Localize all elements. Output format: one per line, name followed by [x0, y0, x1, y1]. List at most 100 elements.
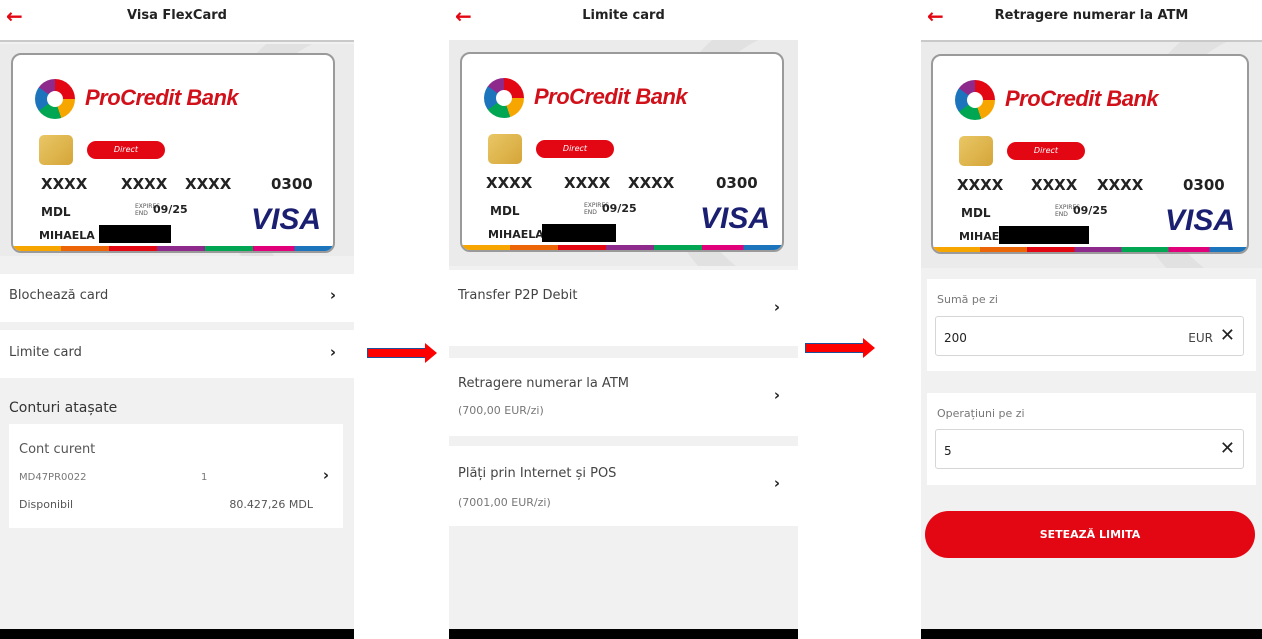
arrow-head	[863, 338, 875, 358]
card-expiry: 09/25	[602, 202, 637, 215]
direct-badge: Direct	[536, 140, 614, 158]
menu-item-internet-pos[interactable]: Plăți prin Internet și POS (7001,00 EUR/…	[449, 446, 798, 526]
card-holder: MIHAELA	[39, 229, 95, 242]
field-value: 200	[944, 331, 967, 345]
bottom-bar	[449, 629, 798, 639]
screen-card-limits: ← Limite card ProCredit Bank Direct XXXX…	[449, 0, 798, 639]
field-value: 5	[944, 444, 952, 458]
visa-logo: VISA	[1164, 204, 1235, 237]
card-currency: MDL	[490, 204, 520, 218]
card-area: ProCredit Bank Direct XXXX XXXX XXXX 030…	[449, 40, 798, 266]
daily-operations-input[interactable]: 5 ✕	[935, 429, 1244, 469]
daily-amount-input[interactable]: 200 EUR ✕	[935, 316, 1244, 356]
card-expiry: 09/25	[153, 203, 188, 216]
section-title-linked-accounts: Conturi atașate	[9, 400, 118, 416]
clear-icon[interactable]: ✕	[1220, 438, 1235, 459]
redaction-block	[542, 224, 616, 242]
screen-atm-limit: ← Retragere numerar la ATM ProCredit Ban…	[921, 0, 1262, 639]
menu-item-sublabel: (7001,00 EUR/zi)	[458, 496, 551, 509]
bank-card: ProCredit Bank Direct XXXX XXXX XXXX 030…	[931, 54, 1249, 254]
card-number-group: XXXX	[486, 174, 533, 192]
bottom-bar	[0, 629, 354, 639]
card-currency: MDL	[41, 205, 71, 219]
account-type: Cont curent	[19, 442, 96, 457]
menu-item-label: Retragere numerar la ATM	[458, 376, 629, 391]
chevron-right-icon: ›	[773, 298, 780, 316]
card-color-stripe	[462, 245, 782, 250]
direct-badge: Direct	[87, 141, 165, 159]
card-number-group: XXXX	[41, 175, 88, 193]
menu-item-atm-withdrawal[interactable]: Retragere numerar la ATM (700,00 EUR/zi)…	[449, 358, 798, 436]
page-title: Limite card	[582, 8, 665, 23]
redaction-block	[999, 226, 1089, 244]
card-holder: MIHAELA	[488, 228, 544, 241]
expires-label: EXPIRES END	[135, 203, 161, 217]
card-number-group: XXXX	[185, 175, 232, 193]
menu-item-label: Blochează card	[9, 288, 109, 303]
available-balance: 80.427,26 MDL	[229, 498, 313, 511]
visa-logo: VISA	[250, 203, 321, 236]
chip-icon	[959, 136, 993, 166]
screen-card-details: ← Visa FlexCard ProCredit Bank Direct XX…	[0, 0, 354, 639]
card-area: ProCredit Bank Direct XXXX XXXX XXXX 030…	[921, 42, 1262, 268]
card-currency: MDL	[961, 206, 991, 220]
card-number-group: XXXX	[628, 174, 675, 192]
field-label: Sumă pe zi	[937, 293, 998, 306]
chip-icon	[39, 135, 73, 165]
top-bar: ← Visa FlexCard	[0, 0, 354, 42]
card-color-stripe	[933, 247, 1247, 252]
chevron-right-icon: ›	[329, 286, 336, 304]
bank-card: ProCredit Bank Direct XXXX XXXX XXXX 030…	[460, 52, 784, 252]
visa-logo: VISA	[699, 202, 770, 235]
chevron-right-icon: ›	[322, 466, 329, 484]
card-number-group: XXXX	[564, 174, 611, 192]
menu-item-label: Plăți prin Internet și POS	[458, 466, 617, 481]
card-number-group: XXXX	[121, 175, 168, 193]
page-title: Retragere numerar la ATM	[994, 8, 1189, 23]
top-bar: ← Retragere numerar la ATM	[921, 0, 1262, 42]
card-area: ProCredit Bank Direct XXXX XXXX XXXX 030…	[0, 44, 354, 256]
redaction-block	[99, 225, 171, 243]
card-number-group: XXXX	[1097, 176, 1144, 194]
chip-icon	[488, 134, 522, 164]
available-label: Disponibil	[19, 498, 74, 511]
expires-label: EXPIRES END	[584, 202, 610, 216]
daily-operations-group: Operațiuni pe zi 5 ✕	[927, 393, 1256, 485]
card-number-group: 0300	[716, 174, 758, 192]
chevron-right-icon: ›	[773, 474, 780, 492]
expires-label: EXPIRES END	[1055, 204, 1081, 218]
card-expiry: 09/25	[1073, 204, 1108, 217]
bank-name: ProCredit Bank	[85, 85, 239, 110]
set-limit-button[interactable]: SETEAZĂ LIMITA	[925, 511, 1255, 558]
bottom-bar	[921, 629, 1262, 639]
arrow-shaft	[805, 343, 865, 353]
field-currency: EUR	[1188, 331, 1213, 345]
menu-item-label: Limite card	[9, 345, 82, 360]
menu-item-p2p-transfer[interactable]: Transfer P2P Debit ›	[449, 270, 798, 346]
procredit-logo-icon	[955, 80, 995, 120]
flow-arrow-icon	[805, 338, 877, 358]
bank-name: ProCredit Bank	[1005, 86, 1159, 111]
bank-card: ProCredit Bank Direct XXXX XXXX XXXX 030…	[11, 53, 335, 253]
menu-item-sublabel: (700,00 EUR/zi)	[458, 404, 544, 417]
card-color-stripe	[13, 246, 333, 251]
card-number-group: XXXX	[957, 176, 1004, 194]
account-card[interactable]: Cont curent MD47PR0022 1 › Disponibil 80…	[9, 424, 343, 528]
card-number-group: 0300	[271, 175, 313, 193]
direct-badge: Direct	[1007, 142, 1085, 160]
menu-item-block-card[interactable]: Blochează card ›	[0, 274, 354, 322]
arrow-shaft	[367, 348, 427, 358]
field-label: Operațiuni pe zi	[937, 407, 1025, 420]
account-iban: MD47PR0022	[19, 472, 87, 483]
menu-item-label: Transfer P2P Debit	[458, 288, 578, 303]
arrow-head	[425, 343, 437, 363]
clear-icon[interactable]: ✕	[1220, 325, 1235, 346]
menu-item-card-limits[interactable]: Limite card ›	[0, 330, 354, 378]
daily-amount-group: Sumă pe zi 200 EUR ✕	[927, 279, 1256, 371]
bank-name: ProCredit Bank	[534, 84, 688, 109]
procredit-logo-icon	[484, 78, 524, 118]
procredit-logo-icon	[35, 79, 75, 119]
flow-arrow-icon	[367, 343, 437, 363]
card-number-group: XXXX	[1031, 176, 1078, 194]
chevron-right-icon: ›	[329, 343, 336, 361]
